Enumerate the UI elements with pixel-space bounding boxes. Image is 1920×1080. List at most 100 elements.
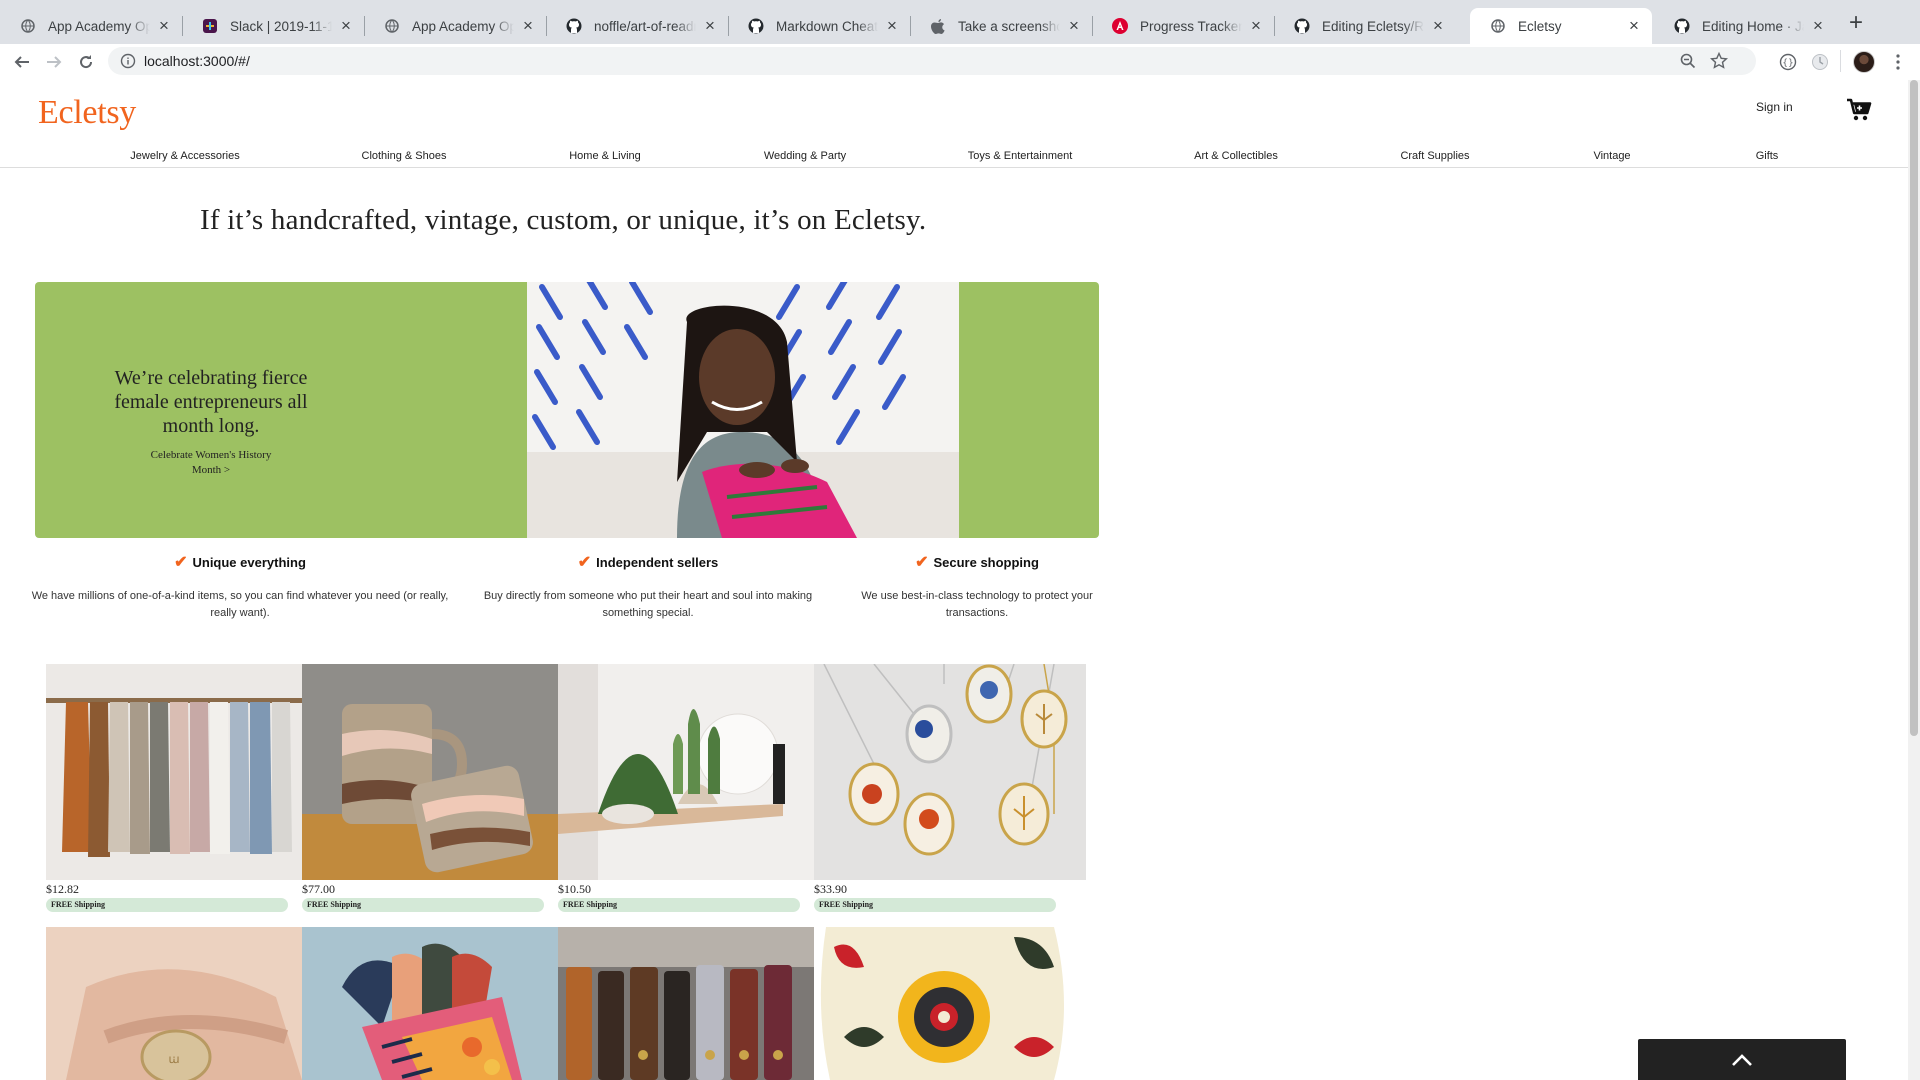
menu-icon[interactable] [1886, 50, 1910, 74]
tab-title: Ecletsy [1518, 18, 1562, 34]
browser-tab-active[interactable]: Ecletsy × [1470, 8, 1652, 44]
product-image[interactable] [302, 664, 558, 880]
browser-tab[interactable]: App Academy Open × [364, 8, 546, 44]
product-image[interactable]: ꭐ [46, 927, 302, 1080]
hero-text: We’re celebrating fierce female entrepre… [35, 366, 387, 478]
browser-tab[interactable]: Editing Ecletsy/README × [1274, 8, 1456, 44]
hero-title: We’re celebrating fierce female entrepre… [114, 367, 308, 437]
reload-icon [80, 55, 93, 69]
tab-title: Take a screenshot on [958, 18, 1060, 34]
svg-text:ꭐ: ꭐ [168, 1052, 179, 1066]
back-to-top-button[interactable] [1638, 1039, 1846, 1080]
category-link[interactable]: Art & Collectibles [1194, 150, 1278, 162]
value-description: We use best-in-class technology to prote… [861, 590, 1093, 619]
close-icon[interactable]: × [702, 16, 718, 36]
cart-icon[interactable] [1846, 98, 1872, 122]
browser-tab[interactable]: Take a screenshot on × [910, 8, 1092, 44]
product-image[interactable] [814, 664, 1086, 880]
browser-tab[interactable]: Slack | 2019-11-18-online × [182, 8, 364, 44]
web-page: Ecletsy Sign in Jewelry & Accessories Cl… [0, 80, 1908, 1080]
zoom-icon[interactable] [1680, 53, 1696, 74]
product-image[interactable] [46, 664, 302, 880]
tab-title: Editing Ecletsy/README [1322, 18, 1424, 34]
category-link[interactable]: Home & Living [569, 150, 641, 162]
close-icon[interactable]: × [1626, 16, 1642, 36]
extension-icon[interactable]: {} [1776, 50, 1800, 74]
browser-tab[interactable]: noffle/art-of-readme × [546, 8, 728, 44]
github-icon [566, 18, 582, 34]
hero-link[interactable]: Celebrate Women's History Month > [35, 448, 387, 478]
product-image[interactable] [558, 664, 814, 880]
category-link[interactable]: Craft Supplies [1400, 150, 1469, 162]
scrollbar-thumb[interactable] [1910, 80, 1918, 736]
github-icon [748, 18, 764, 34]
product-card[interactable]: $33.90 FREE Shipping [814, 664, 1086, 916]
product-image[interactable] [558, 927, 814, 1080]
browser-tab[interactable]: Progress Tracker × [1092, 8, 1274, 44]
slack-icon [202, 18, 218, 34]
category-link[interactable]: Gifts [1756, 150, 1779, 162]
close-icon[interactable]: × [1810, 16, 1826, 36]
back-button[interactable] [10, 50, 34, 74]
product-price: $77.00 [302, 882, 335, 896]
product-price: $10.50 [558, 882, 591, 896]
category-link[interactable]: Clothing & Shoes [362, 150, 447, 162]
extension-icon[interactable] [1808, 50, 1832, 74]
product-card[interactable]: $10.50 FREE Shipping [558, 664, 814, 916]
category-link[interactable]: Wedding & Party [764, 150, 846, 162]
close-icon[interactable]: × [1066, 16, 1082, 36]
address-bar[interactable]: localhost:3000/#/ [108, 47, 1756, 75]
close-icon[interactable]: × [1248, 16, 1264, 36]
tab-title: Editing Home · Jayasree [1702, 18, 1804, 34]
forward-button[interactable] [42, 50, 66, 74]
star-icon[interactable] [1709, 51, 1729, 75]
hero-banner[interactable]: We’re celebrating fierce female entrepre… [35, 282, 1099, 538]
checkmark-icon: ✔ [577, 554, 592, 571]
page-tagline: If it’s handcrafted, vintage, custom, or… [200, 204, 927, 236]
value-description: Buy directly from someone who put their … [483, 590, 813, 619]
browser-tab[interactable]: App Academy Open × [0, 8, 182, 44]
github-icon [1674, 18, 1690, 34]
url-text: localhost:3000/#/ [144, 53, 250, 69]
close-icon[interactable]: × [884, 16, 900, 36]
tab-title: App Academy Open [412, 18, 514, 34]
browser-toolbar: localhost:3000/#/ {} [0, 44, 1920, 80]
page-scrollbar[interactable] [1908, 80, 1920, 1080]
angular-icon [1112, 18, 1128, 34]
site-logo[interactable]: Ecletsy [38, 94, 136, 132]
close-icon[interactable]: × [156, 16, 172, 36]
globe-icon [20, 18, 36, 34]
product-card[interactable]: ꭐ [46, 927, 302, 1080]
arrow-left-icon [14, 56, 29, 68]
new-tab-button[interactable]: + [1844, 11, 1868, 36]
product-price: $12.82 [46, 882, 79, 896]
value-title: ✔ Secure shopping [915, 554, 1039, 571]
category-link[interactable]: Vintage [1593, 150, 1630, 162]
product-image[interactable] [814, 927, 1086, 1080]
category-link[interactable]: Toys & Entertainment [968, 150, 1073, 162]
avatar[interactable] [1852, 50, 1876, 74]
product-image[interactable] [302, 927, 558, 1080]
product-card[interactable] [558, 927, 814, 1080]
product-card[interactable] [302, 927, 558, 1080]
close-icon[interactable]: × [1430, 16, 1446, 36]
tab-title: noffle/art-of-readme [594, 18, 696, 34]
product-card[interactable] [814, 927, 1086, 1080]
sign-in-link[interactable]: Sign in [1756, 100, 1793, 114]
info-icon[interactable] [120, 53, 136, 69]
value-prop: ✔ Unique everything We have millions of o… [20, 552, 460, 622]
product-card[interactable]: $12.82 FREE Shipping [46, 664, 302, 916]
github-icon [1294, 18, 1310, 34]
value-prop: ✔ Independent sellers Buy directly from s… [478, 552, 818, 622]
close-icon[interactable]: × [338, 16, 354, 36]
value-title: ✔ Unique everything [174, 554, 306, 571]
product-card[interactable]: $77.00 FREE Shipping [302, 664, 558, 916]
checkmark-icon: ✔ [174, 554, 188, 571]
category-link[interactable]: Jewelry & Accessories [130, 150, 239, 162]
browser-tab[interactable]: Markdown Cheatsheet × [728, 8, 910, 44]
value-title: ✔ Independent sellers [577, 554, 719, 571]
close-icon[interactable]: × [520, 16, 536, 36]
value-description: We have millions of one-of-a-kind items,… [31, 590, 449, 619]
browser-tab[interactable]: Editing Home · Jayasree × [1654, 8, 1836, 44]
reload-button[interactable] [74, 50, 98, 74]
